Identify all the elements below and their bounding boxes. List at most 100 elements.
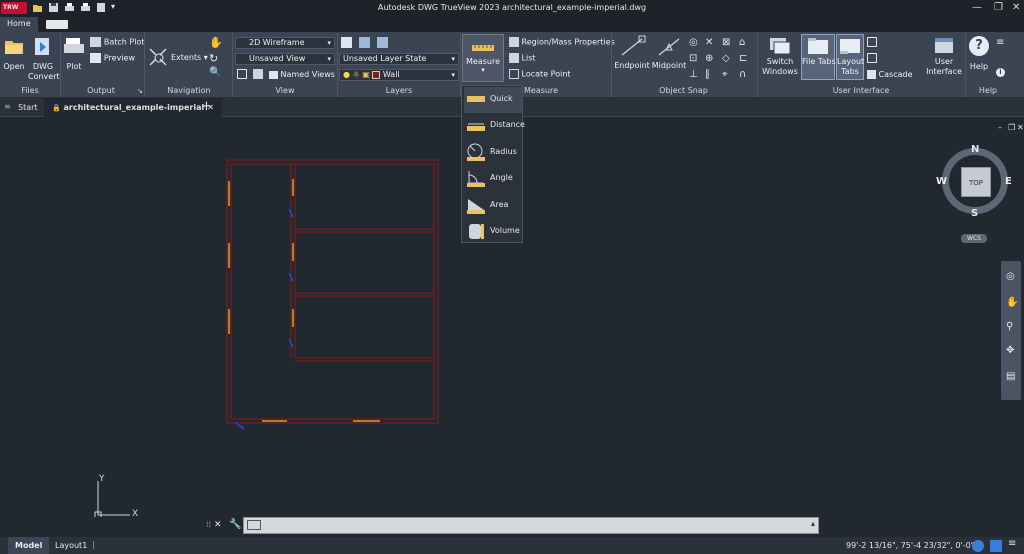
measure-distance-item[interactable]: Distance: [464, 113, 525, 139]
viewport-icon[interactable]: [237, 69, 247, 79]
file-tabs-button[interactable]: File Tabs: [801, 34, 836, 80]
compass-south[interactable]: S: [971, 208, 978, 219]
measure-button[interactable]: Measure ▾: [462, 34, 504, 82]
command-close-icon[interactable]: ✕: [214, 520, 222, 530]
viewport-restore-icon[interactable]: ❐: [1008, 123, 1015, 132]
extents-button[interactable]: Extents ▾: [171, 53, 208, 62]
help-button[interactable]: ? Help: [967, 36, 991, 76]
status-menu-icon[interactable]: ≡: [1008, 538, 1016, 549]
compass-west[interactable]: W: [936, 176, 947, 187]
volume-icon: [469, 224, 484, 239]
tab-model[interactable]: Model: [8, 537, 50, 554]
learn-icon[interactable]: ≡: [996, 37, 1004, 48]
orbit-icon[interactable]: ↻: [209, 52, 218, 65]
wcs-menu[interactable]: WCS: [961, 234, 987, 243]
zoom-icon[interactable]: 🔍: [209, 67, 221, 78]
compass-north[interactable]: N: [971, 144, 979, 155]
preview-button[interactable]: Preview: [90, 53, 135, 64]
nav-orbit-icon[interactable]: ✥: [1006, 345, 1014, 356]
new-tab-icon[interactable]: +: [201, 99, 212, 114]
chevron-up-icon[interactable]: ▴: [811, 519, 815, 528]
user-interface-button[interactable]: User Interface: [924, 35, 964, 83]
locate-point-button[interactable]: Locate Point: [509, 69, 571, 79]
output-dialog-launcher-icon[interactable]: ↘: [137, 87, 143, 95]
ribbon-tab-row: Home: [0, 17, 1024, 32]
viewport-status-icon[interactable]: [990, 540, 1002, 552]
layer-color-swatch: [372, 70, 381, 79]
visual-style-dropdown[interactable]: 2D Wireframe ▾: [235, 37, 335, 49]
zoom-extents-icon[interactable]: [148, 47, 168, 67]
command-line-grip[interactable]: ⁞⁞: [206, 520, 211, 529]
intersection-snap-icon[interactable]: ✕: [705, 37, 713, 48]
tile-horizontal-icon[interactable]: [867, 37, 877, 47]
layer-properties-icon[interactable]: [341, 37, 352, 48]
showmotion-icon[interactable]: ▤: [1006, 371, 1015, 382]
layer-isolate-icon[interactable]: [359, 37, 370, 48]
viewcube-top-face[interactable]: TOP: [961, 167, 991, 197]
close-icon[interactable]: ✕: [1012, 2, 1020, 13]
command-customize-icon[interactable]: 🔧: [229, 519, 241, 530]
lock-icon: ▣: [362, 70, 370, 79]
snap-status-icon[interactable]: [972, 540, 984, 552]
nav-zoom-icon[interactable]: ⚲: [1006, 321, 1013, 332]
saved-view-dropdown[interactable]: Unsaved View ▾: [235, 53, 335, 65]
apparent-snap-icon[interactable]: ⊠: [722, 37, 730, 48]
chevron-down-icon: ▾: [451, 55, 455, 63]
measure-quick-item[interactable]: Quick: [464, 87, 522, 113]
midpoint-button[interactable]: Midpoint: [651, 35, 687, 75]
node-snap-icon[interactable]: ⊡: [689, 53, 697, 64]
layout-add-icon[interactable]: |: [92, 540, 95, 549]
tab-layout1[interactable]: Layout1: [48, 537, 94, 554]
magnet-icon[interactable]: ∩: [739, 69, 746, 80]
snap-settings-icon[interactable]: ⌂: [739, 37, 745, 48]
list-button[interactable]: List: [509, 53, 536, 63]
named-views-button[interactable]: Named Views: [269, 70, 335, 79]
measure-area-item[interactable]: Area: [464, 193, 522, 219]
steering-wheel-icon[interactable]: ◎: [1006, 271, 1015, 282]
layer-state-value: Unsaved Layer State: [343, 54, 427, 63]
region-mass-button[interactable]: Region/Mass Properties: [509, 37, 615, 47]
minimize-icon[interactable]: —: [972, 2, 982, 13]
command-line-input[interactable]: ▴: [243, 517, 819, 534]
tab-overflow-icon[interactable]: [46, 20, 68, 29]
parallel-snap-icon[interactable]: ∥: [705, 69, 710, 80]
insertion-snap-icon[interactable]: ⌖: [722, 69, 728, 80]
pan-icon[interactable]: ✋: [209, 36, 223, 49]
endpoint-button[interactable]: Endpoint: [614, 35, 650, 75]
nav-pan-icon[interactable]: ✋: [1006, 297, 1018, 308]
info-icon[interactable]: i: [996, 68, 1005, 77]
batch-plot-button[interactable]: Batch Plot: [90, 37, 145, 48]
center-snap-icon[interactable]: ◎: [689, 37, 698, 48]
cube-icon[interactable]: [253, 69, 263, 79]
layer-state-dropdown[interactable]: Unsaved Layer State ▾: [339, 53, 459, 65]
user-interface-icon: [935, 38, 953, 53]
tab-start[interactable]: Start: [10, 98, 46, 117]
quadrant-snap-icon[interactable]: ⊕: [705, 53, 713, 64]
cascade-button[interactable]: Cascade: [867, 70, 913, 79]
perpendicular-snap-icon[interactable]: ⊥: [689, 69, 698, 80]
distance-icon: [467, 123, 485, 131]
viewport-close-icon[interactable]: ✕: [1017, 123, 1024, 132]
viewcube[interactable]: TOP N S W E: [936, 144, 1014, 220]
layout-tabs-button[interactable]: Layout Tabs: [836, 34, 864, 80]
open-button[interactable]: Open: [3, 36, 25, 74]
measure-angle-item[interactable]: Angle: [464, 166, 522, 192]
tab-drawing[interactable]: 🔒 architectural_example-imperial ✕: [44, 98, 222, 117]
compass-east[interactable]: E: [1005, 176, 1012, 187]
open-label: Open: [3, 62, 25, 71]
plot-button[interactable]: Plot: [63, 36, 85, 74]
tile-vertical-icon[interactable]: [867, 53, 877, 63]
extension-snap-icon[interactable]: ⊏: [739, 53, 747, 64]
measure-radius-item[interactable]: Radius: [464, 140, 522, 166]
measure-volume-item[interactable]: Volume: [464, 219, 522, 245]
layer-unisolate-icon[interactable]: [377, 37, 388, 48]
tangent-snap-icon[interactable]: ◇: [722, 53, 730, 64]
restore-icon[interactable]: ❐: [994, 2, 1003, 13]
command-history-icon[interactable]: [247, 520, 261, 530]
tab-home[interactable]: Home: [0, 17, 38, 32]
file-tabs-icon: [808, 38, 828, 54]
viewport-minimize-icon[interactable]: –: [998, 123, 1002, 132]
layer-dropdown[interactable]: ● ☼ ▣ Wall ▾: [339, 69, 459, 81]
dwg-convert-button[interactable]: DWG Convert: [28, 36, 60, 86]
switch-windows-button[interactable]: Switch Windows: [761, 35, 799, 85]
